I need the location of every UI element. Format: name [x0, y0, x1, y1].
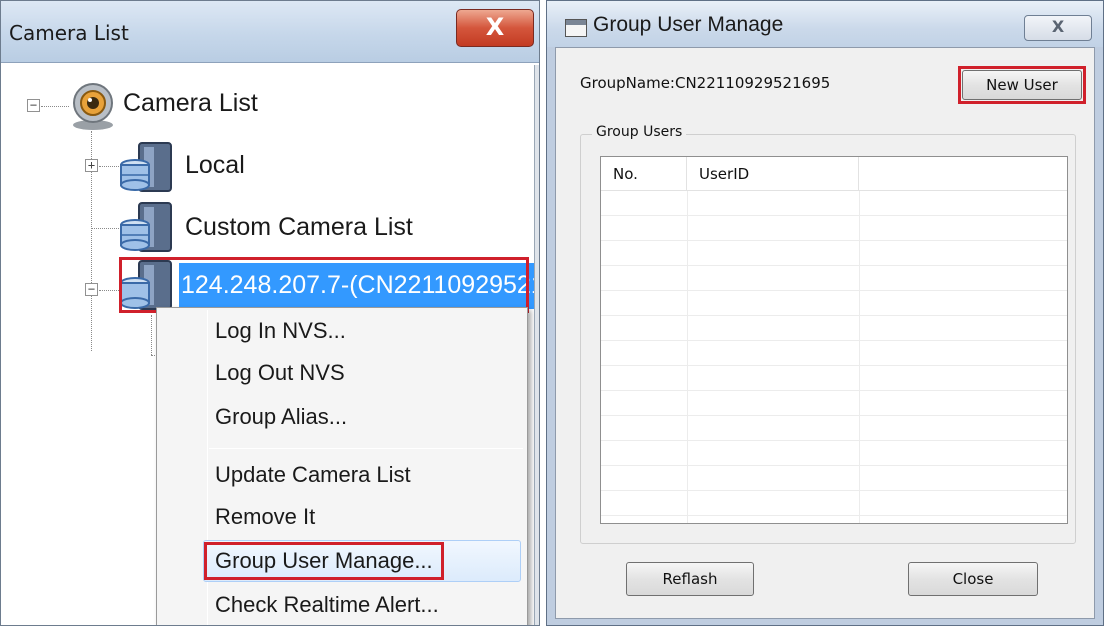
menu-item-remove-it[interactable]: Remove It [215, 504, 315, 530]
close-dialog-button[interactable]: Close [908, 562, 1038, 596]
expand-expander-icon[interactable]: + [85, 159, 98, 172]
table-row [601, 491, 1067, 516]
highlight-box [204, 542, 444, 580]
tree-root-label[interactable]: Camera List [123, 89, 258, 118]
menu-item-update-camera-list[interactable]: Update Camera List [215, 462, 411, 488]
column-header-userid[interactable]: UserID [687, 157, 859, 191]
reflash-label: Reflash [662, 570, 718, 588]
menu-item-log-out-nvs[interactable]: Log Out NVS [215, 360, 345, 386]
context-menu: Log In NVS... Log Out NVS Group Alias...… [156, 307, 528, 625]
close-icon: X [485, 13, 505, 41]
table-row [601, 441, 1067, 466]
server-database-icon [120, 202, 172, 252]
table-row [601, 216, 1067, 241]
table-row [601, 366, 1067, 391]
list-header: No. UserID [601, 157, 1067, 191]
table-row [601, 416, 1067, 441]
group-users-label: Group Users [592, 124, 687, 140]
window-title: Camera List [9, 21, 129, 45]
server-database-icon [120, 142, 172, 192]
close-button[interactable]: X [456, 9, 534, 47]
users-list-view[interactable]: No. UserID [600, 156, 1068, 524]
table-row [601, 191, 1067, 216]
table-row [601, 291, 1067, 316]
table-row [601, 266, 1067, 291]
tree-node-custom-camera-list[interactable]: Custom Camera List [185, 213, 413, 242]
dialog-title: Group User Manage [593, 13, 784, 36]
window-app-icon [565, 19, 587, 37]
collapse-expander-icon[interactable]: − [85, 283, 98, 296]
close-label: Close [952, 570, 994, 588]
collapse-expander-icon[interactable]: − [27, 99, 40, 112]
table-row [601, 316, 1067, 341]
menu-item-check-realtime-alert[interactable]: Check Realtime Alert... [215, 592, 439, 618]
column-header-blank[interactable] [859, 157, 1067, 191]
table-row [601, 391, 1067, 416]
highlight-box [958, 66, 1086, 104]
column-header-no[interactable]: No. [601, 157, 687, 191]
highlight-box [119, 257, 529, 313]
scrollbar[interactable] [534, 65, 539, 625]
webcam-icon [73, 83, 113, 130]
table-row [601, 241, 1067, 266]
camera-list-window: Camera List X − Camera List + Local Cust… [0, 0, 540, 626]
menu-item-group-alias[interactable]: Group Alias... [215, 404, 347, 430]
title-bar[interactable]: Camera List X [1, 1, 539, 63]
group-name-label: GroupName:CN22110929521695 [580, 74, 831, 92]
reflash-button[interactable]: Reflash [626, 562, 754, 596]
table-row [601, 466, 1067, 491]
close-icon: X [1051, 17, 1065, 36]
menu-separator [209, 448, 523, 449]
tree-node-local[interactable]: Local [185, 151, 245, 180]
menu-item-log-in-nvs[interactable]: Log In NVS... [215, 318, 346, 344]
dialog-client: GroupName:CN22110929521695 New User Grou… [555, 47, 1095, 619]
close-button[interactable]: X [1024, 15, 1092, 41]
title-bar[interactable]: Group User Manage X [547, 1, 1103, 47]
group-user-manage-dialog: Group User Manage X GroupName:CN22110929… [546, 0, 1104, 626]
table-row [601, 341, 1067, 366]
